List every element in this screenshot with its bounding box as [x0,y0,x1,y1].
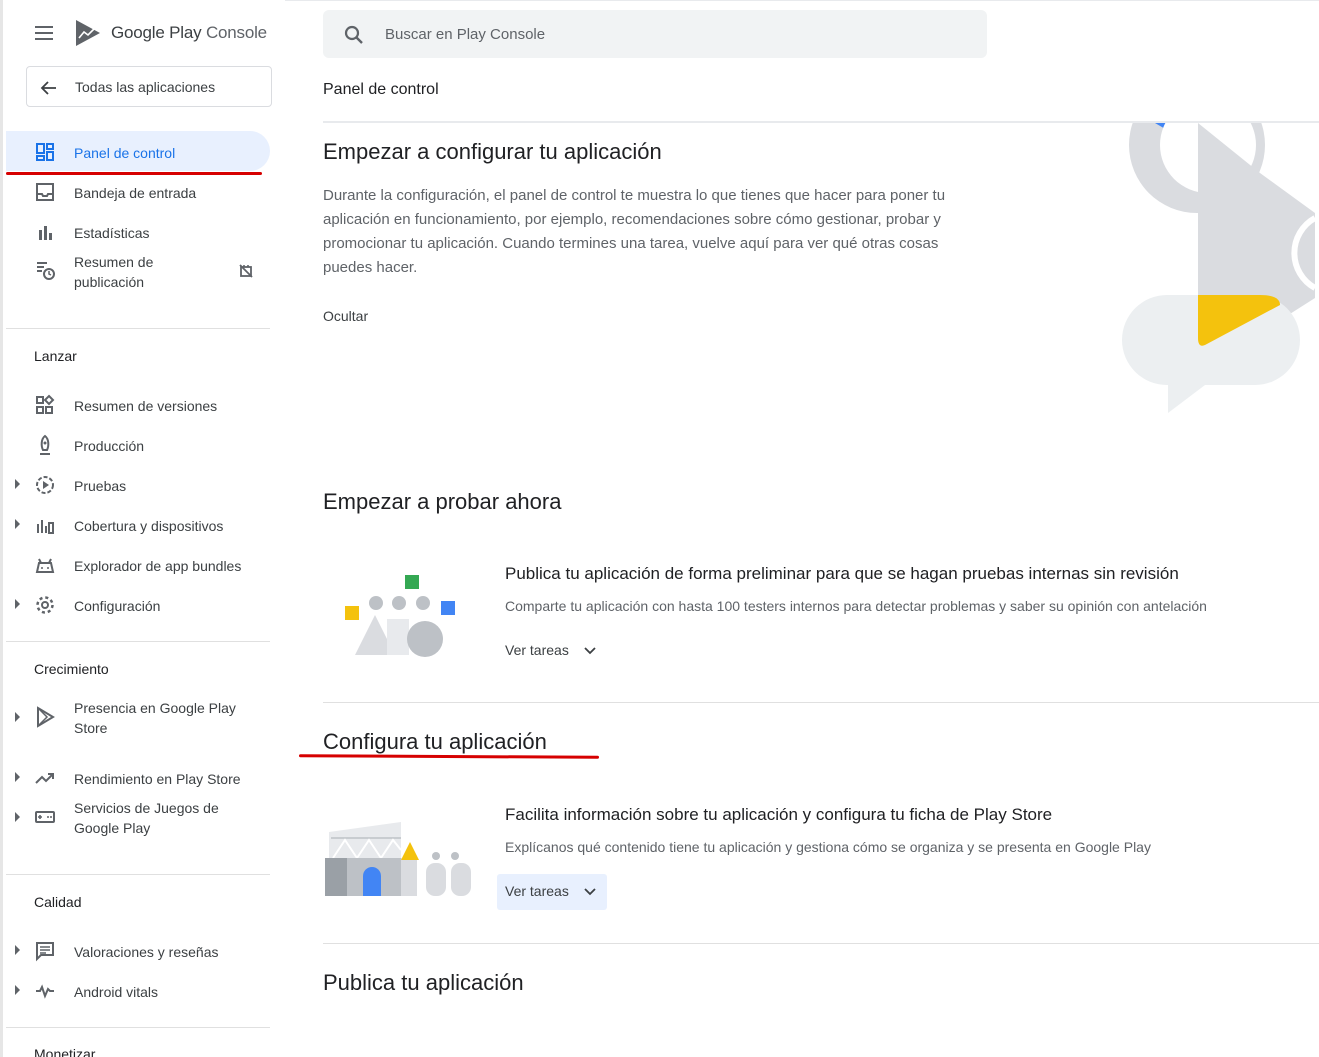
expand-caret-icon[interactable] [15,519,20,529]
sidebar-item-testing[interactable]: Pruebas [6,464,270,504]
sidebar-item-label: Pruebas [74,478,127,494]
sidebar-item-store-performance[interactable]: Rendimiento en Play Store [6,757,270,797]
sidebar-item-production[interactable]: Producción [6,424,270,464]
all-apps-button[interactable]: Todas las aplicaciones [26,66,272,107]
play-console-logo [76,20,100,46]
configure-card-description: Explícanos qué contenido tiene tu aplica… [505,839,1151,855]
top-border [285,0,1319,1]
releases-overview-icon [36,394,55,414]
setup-illustration [1122,123,1317,413]
sidebar-item-label: Bandeja de entrada [74,185,197,201]
dashboard-icon [36,143,54,161]
section-title-monetize: Monetizar [34,1046,96,1057]
testing-heading: Empezar a probar ahora [323,489,562,514]
search-bar[interactable] [323,10,987,58]
expand-caret-icon[interactable] [15,599,20,609]
expand-caret-icon[interactable] [15,985,20,995]
sidebar-item-app-bundle-explorer[interactable]: Explorador de app bundles [6,544,270,584]
sidebar-item-statistics[interactable]: Estadísticas [6,211,270,251]
sync-disabled-icon [239,264,253,278]
vitals-icon [36,984,54,999]
expand-caret-icon[interactable] [15,812,20,822]
sidebar-item-label: Explorador de app bundles [74,558,242,574]
ratings-reviews-icon [36,942,54,962]
reach-devices-icon [37,520,54,534]
sidebar-header: Google Play Console [3,0,285,66]
sidebar-item-label: Configuración [74,598,161,614]
hide-button[interactable]: Ocultar [323,308,368,324]
sidebar-item-games-services[interactable]: Servicios de Juegos de Google Play [6,797,270,849]
trending-up-icon [35,773,54,784]
testing-card-description: Comparte tu aplicación con hasta 100 tes… [505,598,1207,614]
games-services-icon [35,811,55,823]
sidebar-item-ratings-reviews[interactable]: Valoraciones y reseñas [6,930,270,970]
configure-card-title: Facilita información sobre tu aplicación… [505,805,1053,824]
sidebar-item-dashboard[interactable]: Panel de control [6,131,270,171]
inbox-icon [36,183,54,201]
sidebar-item-settings[interactable]: Configuración [6,584,270,624]
chevron-down-icon [584,888,596,896]
section-divider [323,943,1319,944]
chevron-down-icon [584,647,596,655]
store-presence-icon [37,706,55,728]
publish-heading: Publica tu aplicación [323,970,524,995]
section-title-quality: Calidad [34,894,82,910]
testing-view-tasks-button[interactable]: Ver tareas [497,633,607,669]
menu-icon[interactable] [35,26,53,40]
brand-name: Google Play Console [111,23,267,42]
publishing-overview-icon [37,262,55,280]
sidebar-item-label: Resumen de versiones [74,398,218,414]
testing-icon [36,476,54,494]
configure-view-tasks-button[interactable]: Ver tareas [497,874,607,910]
configure-heading: Configura tu aplicación [323,729,547,754]
section-title-growth: Crecimiento [34,661,109,677]
expand-caret-icon[interactable] [15,479,20,489]
sidebar-item-reach-devices[interactable]: Cobertura y dispositivos [6,504,270,544]
sidebar-item-label: Producción [74,438,145,454]
sidebar-divider [6,641,270,642]
app-bundle-explorer-icon [35,558,55,573]
sidebar-item-store-presence[interactable]: Presencia en Google Play Store [6,697,270,749]
search-icon [344,25,363,44]
view-tasks-label: Ver tareas [505,642,569,658]
annotation-underline [298,754,600,759]
sidebar-item-label: Presencia en Google Play Store [74,700,236,736]
all-apps-label: Todas las aplicaciones [75,79,216,95]
sidebar-divider [6,874,270,875]
sidebar-item-label: Cobertura y dispositivos [74,518,224,534]
setup-description: Durante la configuración, el panel de co… [323,187,946,276]
sidebar-item-inbox[interactable]: Bandeja de entrada [6,171,270,211]
sidebar-item-releases-overview[interactable]: Resumen de versiones [6,384,270,424]
arrow-back-icon [40,81,56,95]
sidebar-item-label: Estadísticas [74,225,150,241]
search-input[interactable] [385,22,945,46]
sidebar-item-label: Resumen de publicación [74,254,154,290]
sidebar: Google Play Console Todas las aplicacion… [0,0,282,1057]
expand-caret-icon[interactable] [15,712,20,722]
testing-illustration [345,575,455,657]
sidebar-divider [6,328,270,329]
sidebar-divider [6,1027,270,1028]
expand-caret-icon[interactable] [15,945,20,955]
sidebar-item-label: Valoraciones y reseñas [74,944,219,960]
section-divider [323,702,1319,703]
configure-illustration [325,822,471,896]
sidebar-item-label: Servicios de Juegos de Google Play [74,800,219,836]
view-tasks-label: Ver tareas [505,883,569,899]
sidebar-item-publishing-overview[interactable]: Resumen de publicación [6,251,270,303]
expand-caret-icon[interactable] [15,772,20,782]
sidebar-item-label: Panel de control [74,145,176,161]
sidebar-item-label: Rendimiento en Play Store [74,771,241,787]
setup-heading: Empezar a configurar tu aplicación [323,139,662,164]
testing-card-title: Publica tu aplicación de forma prelimina… [505,564,1179,583]
sidebar-item-android-vitals[interactable]: Android vitals [6,970,270,1010]
page-title: Panel de control [323,81,439,98]
sidebar-item-label: Android vitals [74,984,159,1000]
settings-icon [36,596,54,614]
production-icon [40,434,50,455]
section-title-release: Lanzar [34,348,77,364]
bar-chart-icon [39,226,52,240]
